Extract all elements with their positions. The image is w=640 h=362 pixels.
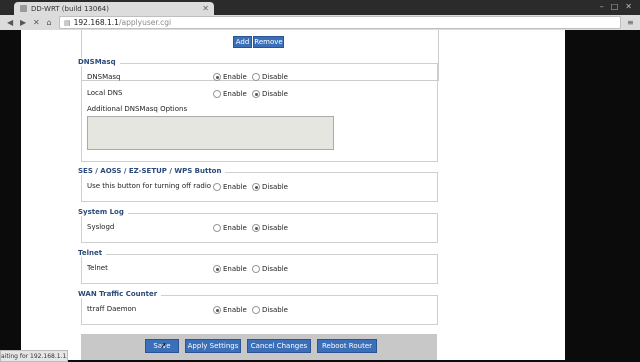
home-icon[interactable]: ⌂ [46,18,52,27]
cancel-changes-button[interactable]: Cancel Changes [247,339,311,353]
page-info-icon: ▤ [64,18,71,27]
additional-options-textarea[interactable] [87,116,334,150]
stop-icon[interactable]: ✕ [33,18,40,27]
dnsmasq-enable-radio[interactable] [213,73,221,81]
ses-legend: SES / AOSS / EZ-SETUP / WPS Button [78,167,226,175]
tab-title: DD-WRT (build 13064) [31,4,109,13]
dnsmasq-label: DNSMasq [87,73,121,81]
local-dns-disable-radio[interactable] [252,90,260,98]
local-dns-label: Local DNS [87,89,123,97]
url-path: /applyuser.cgi [118,18,172,27]
dnsmasq-legend: DNSMasq [78,58,120,66]
close-window-icon[interactable]: ✕ [625,2,632,11]
telnet-enable-radio[interactable] [213,265,221,273]
wan-traffic-legend: WAN Traffic Counter [78,290,162,298]
page-content: Add Remove DNSMasq DNSMasq Enable Disabl… [0,30,640,360]
dnsmasq-disable-radio[interactable] [252,73,260,81]
dnsmasq-enable-label: Enable [223,73,247,81]
additional-options-label: Additional DNSMasq Options [87,105,188,113]
mouse-cursor-icon: ➚ [160,341,167,350]
browser-tab[interactable]: DD-WRT (build 13064) ✕ [14,2,214,15]
status-bar: aiting for 192.168.1.1... [0,350,68,362]
browser-chrome: DD-WRT (build 13064) ✕ – □ ✕ ◀ ▶ ✕ ⌂ ▤ 1… [0,0,640,30]
syslogd-enable-radio[interactable] [213,224,221,232]
maximize-icon[interactable]: □ [611,2,619,11]
add-button[interactable]: Add [233,36,252,48]
browser-toolbar: ◀ ▶ ✕ ⌂ ▤ 192.168.1.1/applyuser.cgi ≡ [0,15,640,30]
ttraff-disable-label: Disable [262,306,288,314]
ses-enable-radio[interactable] [213,183,221,191]
ses-disable-label: Disable [262,183,288,191]
ses-label: Use this button for turning off radio [87,182,212,190]
ttraff-label: ttraff Daemon [87,305,137,313]
close-tab-icon[interactable]: ✕ [202,4,209,13]
address-bar[interactable]: ▤ 192.168.1.1/applyuser.cgi [59,16,621,29]
menu-icon[interactable]: ≡ [627,18,634,27]
syslogd-disable-radio[interactable] [252,224,260,232]
syslogd-label: Syslogd [87,223,115,231]
dnsmasq-disable-label: Disable [262,73,288,81]
minimize-icon[interactable]: – [600,2,604,11]
local-dns-enable-label: Enable [223,90,247,98]
telnet-disable-label: Disable [262,265,288,273]
ttraff-enable-radio[interactable] [213,306,221,314]
ses-disable-radio[interactable] [252,183,260,191]
reboot-router-button[interactable]: Reboot Router [317,339,377,353]
forward-icon[interactable]: ▶ [20,18,26,27]
back-icon[interactable]: ◀ [7,18,13,27]
syslogd-enable-label: Enable [223,224,247,232]
syslog-legend: System Log [78,208,128,216]
apply-settings-button[interactable]: Apply Settings [185,339,241,353]
telnet-label: Telnet [87,264,108,272]
window-controls: – □ ✕ [600,2,632,11]
telnet-disable-radio[interactable] [252,265,260,273]
syslogd-disable-label: Disable [262,224,288,232]
local-dns-disable-label: Disable [262,90,288,98]
telnet-legend: Telnet [78,249,107,257]
ttraff-disable-radio[interactable] [252,306,260,314]
remove-button[interactable]: Remove [253,36,284,48]
telnet-enable-label: Enable [223,265,247,273]
page-favicon-icon [20,5,27,12]
ttraff-enable-label: Enable [223,306,247,314]
url-host: 192.168.1.1 [73,18,119,27]
local-dns-enable-radio[interactable] [213,90,221,98]
ses-enable-label: Enable [223,183,247,191]
